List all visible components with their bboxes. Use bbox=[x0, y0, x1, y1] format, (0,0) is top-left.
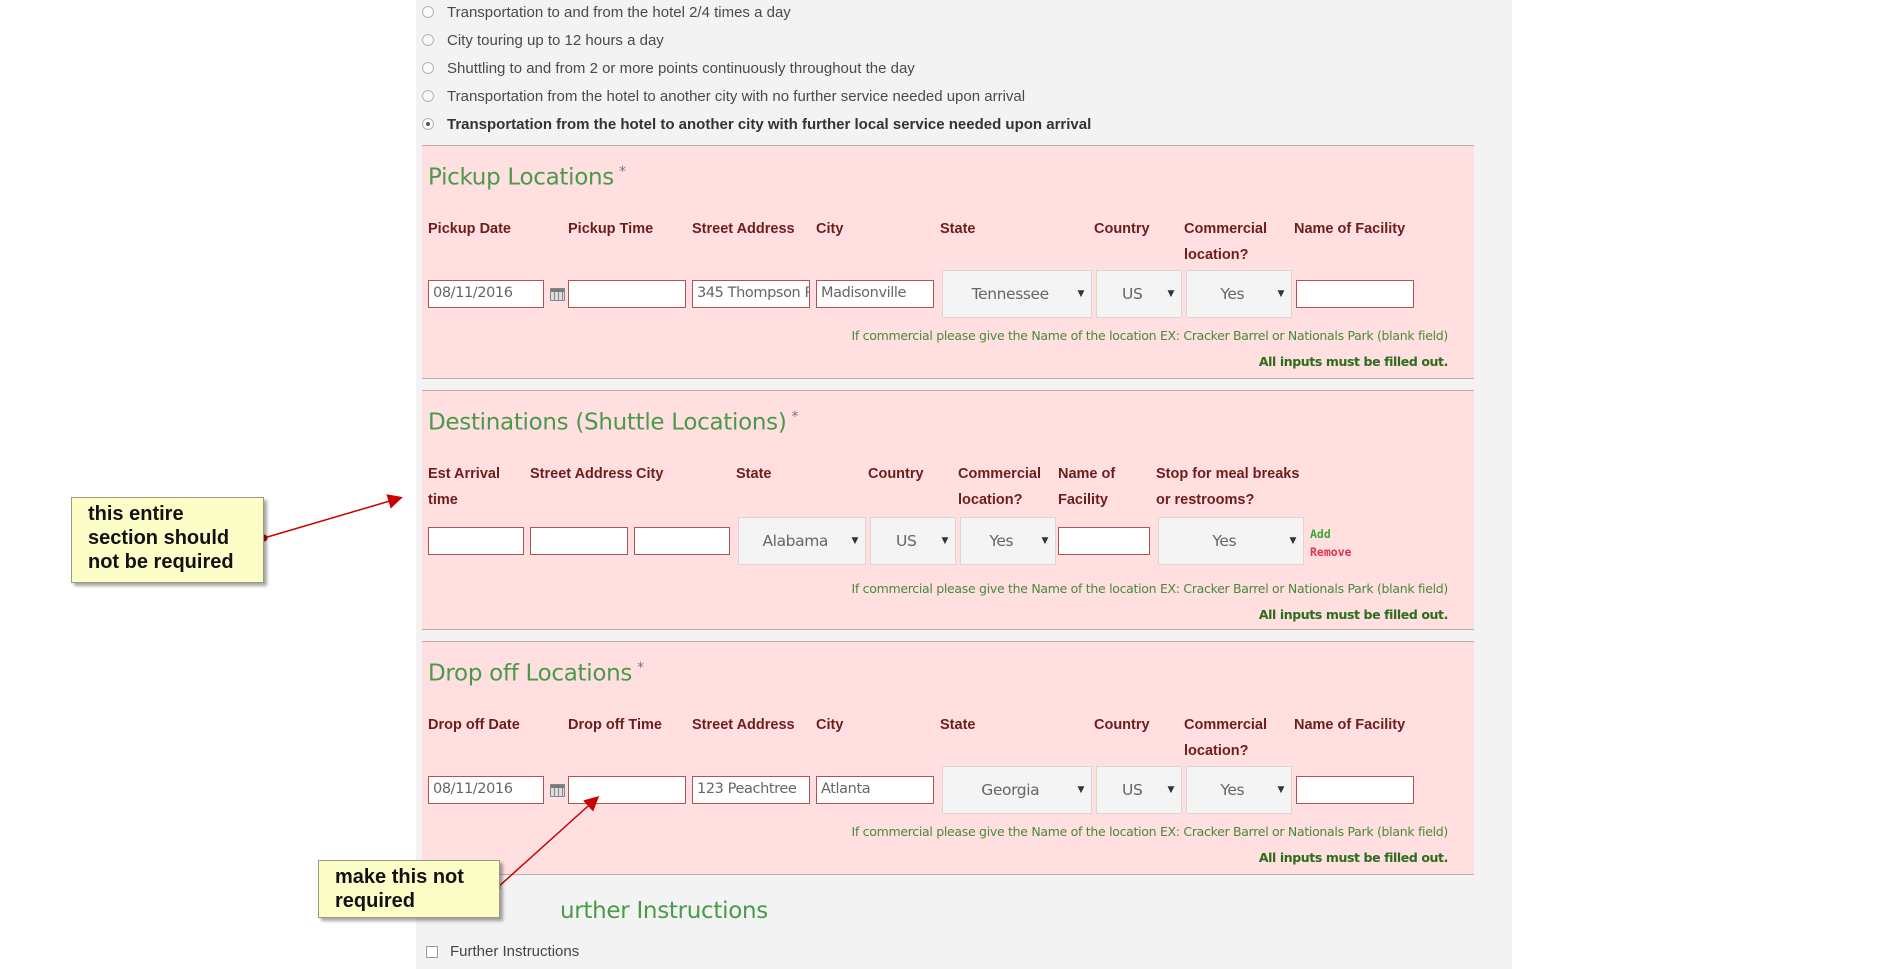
arrow-to-destinations bbox=[263, 494, 403, 539]
annotation-arrows bbox=[260, 494, 600, 892]
annotation-callout-time: make this not required bbox=[318, 860, 500, 918]
annotation-callout-section: this entire section should not be requir… bbox=[71, 497, 264, 583]
arrow-to-dropoff-time bbox=[496, 795, 600, 889]
